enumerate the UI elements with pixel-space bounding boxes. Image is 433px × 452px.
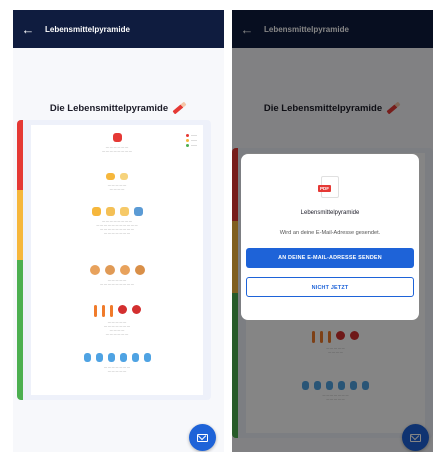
carrot-icon xyxy=(101,305,105,317)
pyramid-screen: ← Lebensmittelpyramide Die Lebensmittelp… xyxy=(13,10,224,452)
send-mail-button[interactable] xyxy=(189,424,216,451)
pyramid-image: —— —— —— — — — — — — — — — — — — — — — — … xyxy=(31,125,203,395)
dialog-message: Wird an deine E-Mail-Adresse gesendet. xyxy=(279,230,381,236)
bread-icon xyxy=(134,265,145,275)
pyramid-level-3: — — — — — — — — — — — — — — — — — — — — — … xyxy=(31,207,203,235)
pyramid-level-6: — — — — — — — — — — — — xyxy=(31,353,203,373)
apple-icon xyxy=(117,305,127,314)
pencil-icon xyxy=(172,102,187,115)
pyramid-screen-dialog: ← Lebensmittelpyramide Die Lebensmittelp… xyxy=(232,10,433,452)
page-title-text: Die Lebensmittelpyramide xyxy=(49,103,169,114)
pyramid-level-1: — — — — — — — — — — — — — — xyxy=(31,133,203,153)
carrot-icon xyxy=(109,305,113,317)
dialog-title: Lebensmittelpyramide xyxy=(300,210,360,216)
mail-icon xyxy=(197,433,208,442)
bread-icon xyxy=(104,265,115,275)
water-glass-icon xyxy=(95,353,103,362)
arrow-left-icon[interactable]: ← xyxy=(21,22,35,37)
oil-icon xyxy=(106,173,115,180)
butter-icon xyxy=(120,173,128,180)
cheese-icon xyxy=(91,207,101,216)
bread-icon xyxy=(89,265,100,275)
pyramid-level-4: — — — — — — — — — — — — — — xyxy=(31,265,203,286)
pyramid-level-2: — — — — — — — — — xyxy=(31,173,203,191)
bread-icon xyxy=(119,265,130,275)
band-green xyxy=(17,260,23,400)
pdf-label: PDF xyxy=(318,185,331,192)
app-bar-title: Lebensmittelpyramide xyxy=(45,24,130,34)
water-glass-icon xyxy=(107,353,115,362)
pyramid-card[interactable]: —— —— —— — — — — — — — — — — — — — — — — … xyxy=(17,120,211,400)
sweets-icon xyxy=(112,133,122,142)
water-glass-icon xyxy=(131,353,139,362)
send-email-button[interactable]: AN DEINE E-MAIL-ADRESSE SENDEN xyxy=(246,248,414,268)
screen-content: Die Lebensmittelpyramide —— —— —— — — — … xyxy=(13,48,224,452)
pdf-file-icon: PDF xyxy=(318,176,339,198)
milk-icon xyxy=(133,207,143,216)
apple-icon xyxy=(131,305,141,314)
band-red xyxy=(17,120,23,190)
water-glass-icon xyxy=(83,353,91,362)
send-pdf-dialog: PDF Lebensmittelpyramide Wird an deine E… xyxy=(241,154,419,320)
page-title: Die Lebensmittelpyramide xyxy=(13,102,224,115)
app-bar: ← Lebensmittelpyramide xyxy=(13,10,224,48)
water-glass-icon xyxy=(143,353,151,362)
band-yellow xyxy=(17,190,23,260)
pyramid-level-5: — — — — — — — — — — — — — — — — — — — — — — xyxy=(31,305,203,336)
cheese-icon xyxy=(105,207,115,216)
not-now-button[interactable]: NICHT JETZT xyxy=(246,277,414,297)
egg-icon xyxy=(119,207,129,216)
water-glass-icon xyxy=(119,353,127,362)
carrot-icon xyxy=(93,305,97,317)
